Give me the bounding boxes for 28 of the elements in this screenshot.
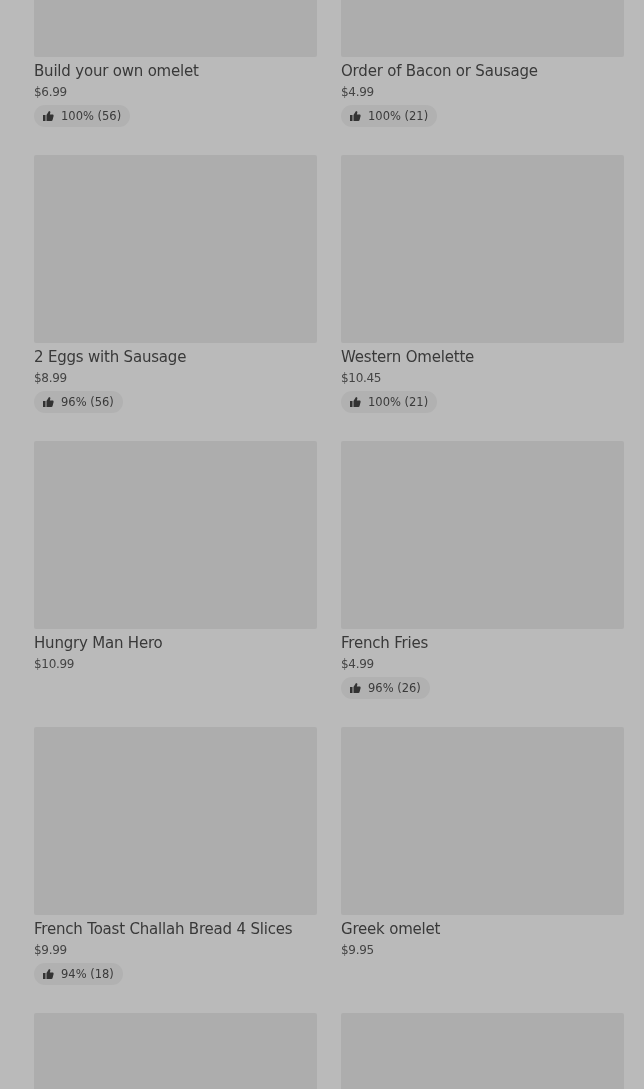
rating-text: 100% (21) [368,109,429,123]
rating-text: 100% (56) [61,109,122,123]
thumbs-up-icon [349,110,361,122]
thumbs-up-icon [349,682,361,694]
dish-price: $4.99 [341,656,375,673]
dish-name: Greek omelet [341,919,442,939]
dish-price: $10.45 [341,370,383,387]
dish-price: $8.99 [34,370,68,387]
rating-text: 96% (56) [61,395,114,409]
dish-price: $10.99 [34,656,76,673]
rating-text: 100% (21) [368,395,429,409]
dish-price: $6.99 [34,84,68,101]
thumbs-up-icon [349,396,361,408]
dish-price: $9.99 [34,942,68,959]
dish-name: French Fries [341,633,430,653]
dish-name: 2 Eggs with Sausage [34,347,188,367]
dish-name: Western Omelette [341,347,476,367]
dish-price: $9.95 [341,942,375,959]
thumbs-up-icon [42,110,54,122]
rating-text: 96% (26) [368,681,421,695]
thumbs-up-icon [42,396,54,408]
dish-name: French Toast Challah Bread 4 Slices [34,919,294,939]
dish-name: Build your own omelet [34,61,200,81]
dish-name: Order of Bacon or Sausage [341,61,539,81]
dish-name: Hungry Man Hero [34,633,164,653]
thumbs-up-icon [42,968,54,980]
rating-text: 94% (18) [61,967,114,981]
dish-price: $4.99 [341,84,375,101]
